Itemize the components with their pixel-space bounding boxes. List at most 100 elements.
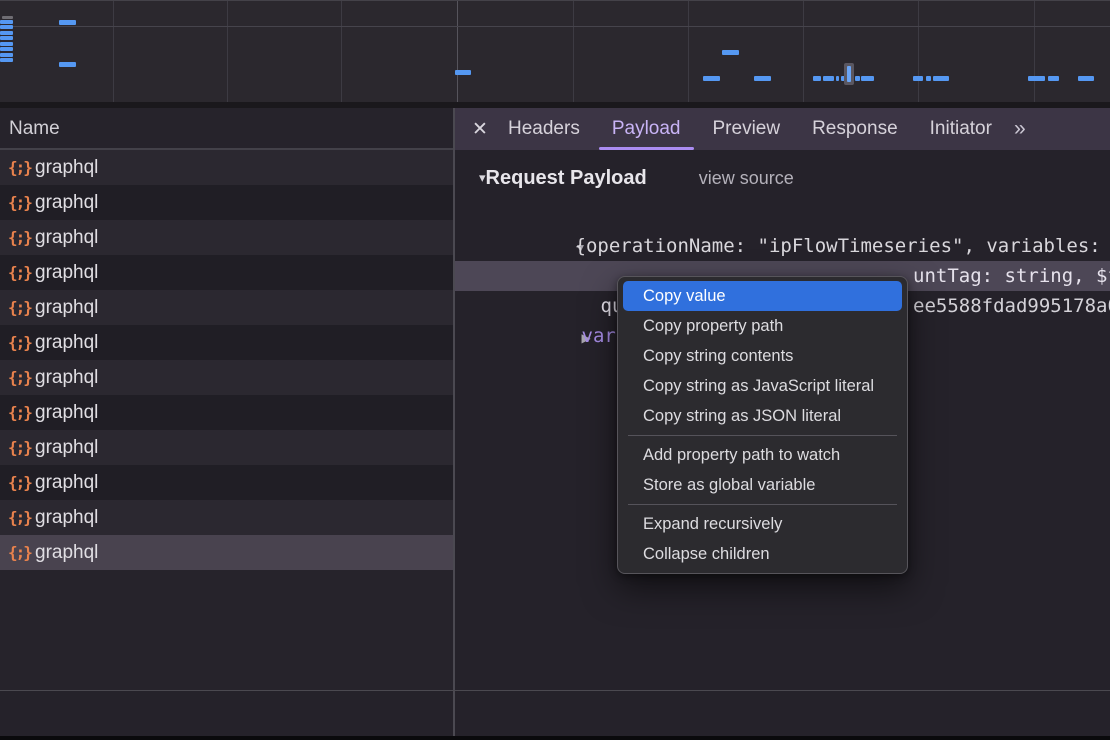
request-row[interactable]: {;}graphql xyxy=(0,255,453,290)
json-request-icon: {;} xyxy=(8,368,35,387)
timeline-request-bar xyxy=(0,58,13,62)
tab-headers[interactable]: Headers xyxy=(492,108,596,150)
request-list: {;}graphql{;}graphql{;}graphql{;}graphql… xyxy=(0,150,453,570)
twisty-right-icon[interactable]: ▶ xyxy=(547,323,582,353)
timeline-request-bar xyxy=(1028,76,1045,81)
json-request-icon: {;} xyxy=(8,193,35,212)
overview-gridline xyxy=(341,1,342,102)
timeline-request-bar xyxy=(855,76,860,81)
request-row[interactable]: {;}graphql xyxy=(0,220,453,255)
json-request-icon: {;} xyxy=(8,543,35,562)
timeline-request-bar xyxy=(0,25,13,29)
view-source-link[interactable]: view source xyxy=(699,168,794,189)
request-row[interactable]: {;}graphql xyxy=(0,395,453,430)
request-name-label: graphql xyxy=(35,297,98,319)
request-row[interactable]: {;}graphql xyxy=(0,360,453,395)
context-menu-item[interactable]: Copy string contents xyxy=(623,341,902,371)
bottom-window-edge xyxy=(0,736,1110,740)
overview-gridline xyxy=(688,1,689,102)
timeline-request-bar xyxy=(0,53,13,57)
tab-label: Headers xyxy=(508,118,580,139)
operation-name-row[interactable]: operationName: "ipFlowTimeseries" xyxy=(455,231,1110,261)
json-request-icon: {;} xyxy=(8,228,35,247)
tab-initiator[interactable]: Initiator xyxy=(914,108,1008,150)
timeline-request-bar xyxy=(455,70,471,75)
active-tab-underline xyxy=(599,147,694,150)
timeline-request-bar xyxy=(1048,76,1059,81)
context-menu-item[interactable]: Add property path to watch xyxy=(623,440,902,470)
tab-payload[interactable]: Payload xyxy=(596,108,697,150)
request-name-label: graphql xyxy=(35,262,98,284)
json-request-icon: {;} xyxy=(8,263,35,282)
request-name-label: graphql xyxy=(35,437,98,459)
request-row[interactable]: {;}graphql xyxy=(0,535,453,570)
timeline-request-bar xyxy=(722,50,739,55)
timeline-request-bar xyxy=(0,31,13,35)
timeline-request-bar xyxy=(823,76,834,81)
overview-gridline xyxy=(803,1,804,102)
overview-horizontal-gridline xyxy=(0,26,1110,27)
variables-right-text: ee5588fdad995178a0 xyxy=(913,291,1110,321)
context-menu-item[interactable]: Copy string as JSON literal xyxy=(623,401,902,431)
tabs-group: Headers Payload Preview Response Initiator xyxy=(492,108,1008,150)
context-menu-item[interactable]: Copy property path xyxy=(623,311,902,341)
tab-response[interactable]: Response xyxy=(796,108,914,150)
json-request-icon: {;} xyxy=(8,298,35,317)
timeline-request-bar xyxy=(2,16,13,19)
overview-gridline xyxy=(1034,1,1035,102)
request-row[interactable]: {;}graphql xyxy=(0,290,453,325)
timeline-selected-marker-bar xyxy=(847,66,851,82)
network-overview-timeline[interactable] xyxy=(0,0,1110,102)
footer-area xyxy=(0,691,1110,736)
context-menu-item[interactable]: Copy string as JavaScript literal xyxy=(623,371,902,401)
context-menu: Copy valueCopy property pathCopy string … xyxy=(617,276,908,574)
tab-label: Response xyxy=(812,118,898,139)
request-name-label: graphql xyxy=(35,367,98,389)
context-menu-item[interactable]: Collapse children xyxy=(623,539,902,569)
request-row[interactable]: {;}graphql xyxy=(0,185,453,220)
timeline-request-bar xyxy=(926,76,931,81)
timeline-request-bar xyxy=(836,76,839,81)
tab-label: Preview xyxy=(713,118,781,139)
devtools-network-panel: Name {;}graphql{;}graphql{;}graphql{;}gr… xyxy=(0,0,1110,740)
json-request-icon: {;} xyxy=(8,158,35,177)
context-menu-item[interactable]: Copy value xyxy=(623,281,902,311)
name-column-header[interactable]: Name xyxy=(0,108,453,150)
request-row[interactable]: {;}graphql xyxy=(0,430,453,465)
close-details-button[interactable]: ✕ xyxy=(468,118,492,141)
request-name-label: graphql xyxy=(35,542,98,564)
request-payload-section-header[interactable]: ▾ Request Payload view source xyxy=(455,160,794,196)
request-row[interactable]: {;}graphql xyxy=(0,500,453,535)
more-tabs-icon[interactable]: » xyxy=(1014,117,1024,141)
request-name-label: graphql xyxy=(35,332,98,354)
request-name-label: graphql xyxy=(35,472,98,494)
overview-gridline xyxy=(573,1,574,102)
payload-preview-row[interactable]: ▼{operationName: "ipFlowTimeseries", var… xyxy=(455,201,1110,231)
timeline-request-bar xyxy=(59,20,76,25)
timeline-request-bar xyxy=(0,47,13,51)
request-payload-title: Request Payload xyxy=(486,167,647,190)
timeline-request-bar xyxy=(1078,76,1094,81)
timeline-request-bar xyxy=(0,36,13,40)
timeline-request-bar xyxy=(703,76,720,81)
json-request-icon: {;} xyxy=(8,403,35,422)
json-request-icon: {;} xyxy=(8,438,35,457)
json-request-icon: {;} xyxy=(8,333,35,352)
context-menu-separator xyxy=(628,504,897,505)
tab-label: Initiator xyxy=(930,118,992,139)
context-menu-item[interactable]: Store as global variable xyxy=(623,470,902,500)
context-menu-separator xyxy=(628,435,897,436)
timeline-request-bar xyxy=(861,76,874,81)
overview-gridline xyxy=(918,1,919,102)
json-request-icon: {;} xyxy=(8,473,35,492)
overview-gridline xyxy=(227,1,228,102)
request-row[interactable]: {;}graphql xyxy=(0,150,453,185)
request-name-label: graphql xyxy=(35,507,98,529)
overview-gridline xyxy=(457,1,458,102)
request-name-label: graphql xyxy=(35,192,98,214)
tab-preview[interactable]: Preview xyxy=(697,108,797,150)
context-menu-item[interactable]: Expand recursively xyxy=(623,509,902,539)
query-row-right-text: untTag: string, $f xyxy=(913,261,1110,291)
request-row[interactable]: {;}graphql xyxy=(0,325,453,360)
request-row[interactable]: {;}graphql xyxy=(0,465,453,500)
